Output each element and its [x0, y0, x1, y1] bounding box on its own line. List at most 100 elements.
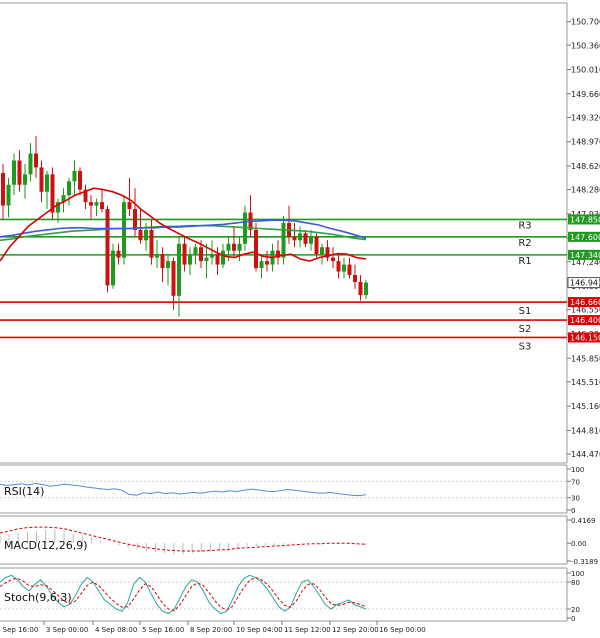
macd-label: MACD(12,26,9) — [4, 539, 88, 552]
time-tick-label: 12 Sep 20:00 — [332, 626, 379, 634]
level-price-tag: 146.400 — [570, 316, 600, 325]
price-tick-label: 144.470 — [571, 450, 600, 459]
candle-body — [105, 209, 110, 286]
candle-body — [100, 202, 104, 210]
candle-body — [144, 229, 148, 241]
candle-body — [358, 281, 363, 296]
current-price-label: 146.941 — [570, 279, 600, 288]
candle-body — [193, 247, 198, 255]
candle-body — [292, 236, 297, 241]
pane-tick-label: 0 — [571, 507, 575, 515]
candle-body — [28, 153, 33, 175]
candle-body — [259, 261, 264, 269]
candle-body — [72, 170, 77, 182]
price-tick-label: 148.620 — [571, 162, 600, 171]
candle-body — [182, 243, 187, 265]
price-tick-label: 149.320 — [571, 113, 600, 122]
time-tick-label: 3 Sep 00:00 — [46, 626, 88, 634]
level-price-tag: 147.850 — [570, 215, 600, 224]
candle-body — [127, 202, 132, 210]
candle-body — [149, 229, 154, 258]
candle-body — [89, 202, 93, 206]
level-name-s1: S1 — [519, 306, 532, 317]
candle-body — [226, 243, 231, 251]
price-tick-label: 148.280 — [571, 186, 600, 195]
candle-body — [1, 172, 5, 206]
candle-body — [17, 160, 22, 185]
level-price-tag: 147.340 — [570, 251, 600, 260]
pane-tick-label: -0.3189 — [571, 558, 598, 566]
candle-body — [122, 202, 126, 258]
candle-body — [94, 202, 99, 206]
pane-tick-label: 80 — [571, 579, 580, 587]
candle-body — [204, 257, 209, 262]
candle-body — [364, 282, 368, 296]
rsi-label: RSI(14) — [4, 485, 44, 498]
level-price-tag: 146.660 — [570, 298, 600, 307]
price-tick-label: 150.010 — [571, 66, 600, 75]
candle-body — [298, 233, 302, 241]
pane-tick-label: 70 — [571, 478, 580, 486]
pane-tick-label: 100 — [571, 466, 584, 474]
candle-body — [39, 167, 44, 192]
time-tick-label: 11 Sep 12:00 — [284, 626, 331, 634]
candle-body — [314, 236, 319, 255]
candle-body — [160, 254, 165, 269]
price-tick-label: 144.810 — [571, 426, 600, 435]
level-name-s3: S3 — [519, 341, 532, 352]
candle-body — [34, 153, 38, 168]
candle-body — [221, 250, 225, 265]
level-name-r1: R1 — [518, 256, 531, 267]
candle-body — [155, 254, 159, 258]
pane-tick-label: 100 — [571, 570, 584, 578]
candle-body — [336, 261, 341, 272]
candle-body — [303, 233, 308, 244]
candle-body — [171, 261, 176, 296]
level-name-r2: R2 — [518, 238, 531, 249]
price-tick-label: 150.360 — [571, 41, 600, 50]
price-tick-label: 145.160 — [571, 402, 600, 411]
level-name-s2: S2 — [519, 324, 532, 335]
candle-body — [237, 243, 242, 251]
time-tick-label: 16 Sep 00:00 — [379, 626, 426, 634]
pane-tick-label: 0.4169 — [571, 517, 596, 525]
price-tick-label: 145.510 — [571, 378, 600, 387]
candle-body — [177, 243, 181, 296]
time-tick-label: 5 Sep 16:00 — [142, 626, 184, 634]
candle-body — [67, 181, 71, 196]
pane-tick-label: 0.00 — [571, 540, 587, 548]
candle-body — [331, 257, 335, 262]
candle-body — [232, 243, 236, 251]
pane-tick-label: 0 — [571, 615, 575, 623]
price-tick-label: 145.850 — [571, 354, 600, 363]
price-tick-label: 148.970 — [571, 138, 600, 147]
candle-body — [265, 261, 269, 265]
candle-body — [6, 184, 11, 206]
candle-body — [133, 209, 137, 230]
candle-body — [116, 250, 121, 258]
candle-body — [188, 254, 192, 265]
level-price-tag: 146.150 — [570, 333, 600, 342]
candle-body — [347, 264, 352, 275]
candle-body — [138, 229, 143, 241]
price-tick-label: 149.660 — [571, 90, 600, 99]
level-price-tag: 147.600 — [570, 233, 600, 242]
candle-body — [199, 247, 203, 262]
candle-body — [254, 229, 258, 269]
candle-body — [281, 222, 286, 258]
candle-body — [78, 170, 82, 190]
candle-body — [210, 254, 214, 258]
pane-tick-label: 30 — [571, 495, 580, 503]
candle-body — [342, 264, 346, 272]
level-name-r3: R3 — [518, 220, 531, 231]
candle-body — [215, 254, 220, 265]
candle-body — [309, 236, 313, 244]
candle-body — [45, 174, 49, 192]
price-tick-label: 150.700 — [571, 18, 600, 27]
stoch-label: Stoch(9,6,3) — [4, 591, 72, 604]
time-tick-label: 10 Sep 04:00 — [236, 626, 283, 634]
time-tick-label: 2 Sep 16:00 — [0, 626, 38, 634]
current-price-marker: 146.941 — [567, 277, 600, 289]
forex-chart[interactable]: 150.700 150.360 150.010 149.660 149.320 148.9… — [0, 0, 600, 638]
candle-body — [166, 261, 170, 269]
